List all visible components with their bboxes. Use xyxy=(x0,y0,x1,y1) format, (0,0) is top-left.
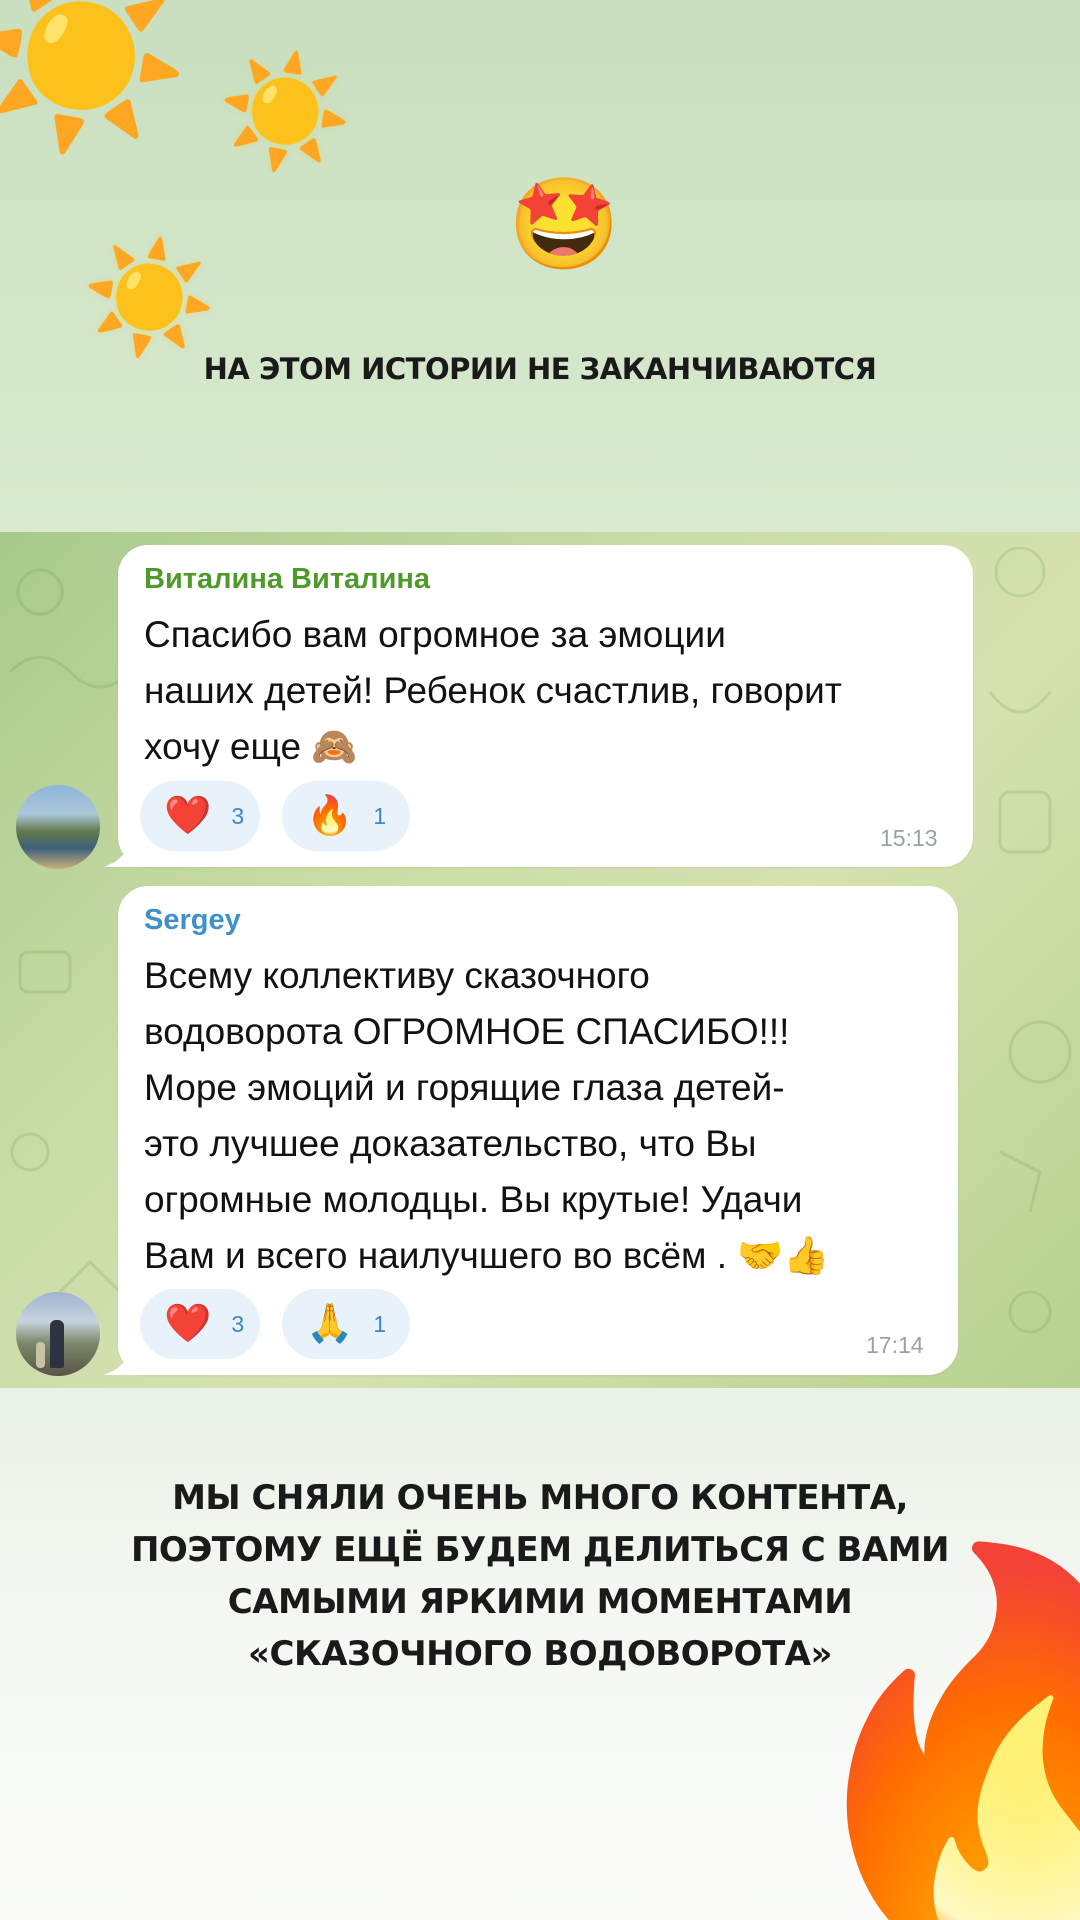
reaction-heart[interactable]: ❤️ 3 xyxy=(140,781,260,851)
sun-medium-sticker: ☀️ xyxy=(218,51,353,172)
story-top-panel: ☀️ ☀️ ☀️ 🤩 НА ЭТОМ ИСТОРИИ НЕ ЗАКАНЧИВАЮ… xyxy=(0,0,1080,532)
heart-icon: ❤️ xyxy=(164,795,212,837)
reaction-heart[interactable]: ❤️ 3 xyxy=(140,1289,260,1359)
headline-line: МЫ СНЯЛИ ОЧЕНЬ МНОГО КОНТЕНТА, xyxy=(172,1478,908,1518)
reaction-count: 3 xyxy=(231,802,245,829)
sender-name[interactable]: Виталина Виталина xyxy=(144,563,430,596)
avatar-sergey[interactable] xyxy=(16,1292,100,1376)
sun-small-sticker: ☀️ xyxy=(82,237,217,358)
heart-icon: ❤️ xyxy=(164,1303,212,1345)
message-text: Всему коллективу сказочного водоворота О… xyxy=(144,955,830,1276)
message-time: 17:14 xyxy=(866,1332,924,1358)
reaction-count: 1 xyxy=(373,1310,387,1337)
reaction-count: 1 xyxy=(373,802,387,829)
story-headline-top: НА ЭТОМ ИСТОРИИ НЕ ЗАКАНЧИВАЮТСЯ xyxy=(203,352,877,386)
message-bubble[interactable]: Sergey Всему коллективу сказочного водов… xyxy=(104,886,958,1375)
avatar-vitalina[interactable] xyxy=(16,785,100,869)
reaction-count: 3 xyxy=(231,1310,245,1337)
reaction-pray[interactable]: 🙏 1 xyxy=(282,1289,410,1359)
message-text: Спасибо вам огромное за эмоции наших дет… xyxy=(144,614,842,767)
headline-line: «СКАЗОЧНОГО ВОДОВОРОТА» xyxy=(248,1634,832,1674)
fire-icon: 🔥 xyxy=(306,795,354,837)
message-bubble[interactable]: Виталина Виталина Спасибо вам огромное з… xyxy=(104,545,973,867)
message-time: 15:13 xyxy=(880,825,938,851)
sun-large-sticker: ☀️ xyxy=(0,0,190,155)
headline-line: ПОЭТОМУ ЕЩЁ БУДЕМ ДЕЛИТЬСЯ С ВАМИ xyxy=(130,1530,950,1570)
sender-name[interactable]: Sergey xyxy=(144,904,241,937)
reaction-fire[interactable]: 🔥 1 xyxy=(282,781,410,851)
folded-hands-icon: 🙏 xyxy=(306,1303,354,1345)
star-struck-sticker: 🤩 xyxy=(508,175,621,275)
headline-line: САМЫМИ ЯРКИМИ МОМЕНТАМИ xyxy=(227,1582,853,1622)
story-headline-bottom: МЫ СНЯЛИ ОЧЕНЬ МНОГО КОНТЕНТА, ПОЭТОМУ Е… xyxy=(0,1472,1080,1680)
